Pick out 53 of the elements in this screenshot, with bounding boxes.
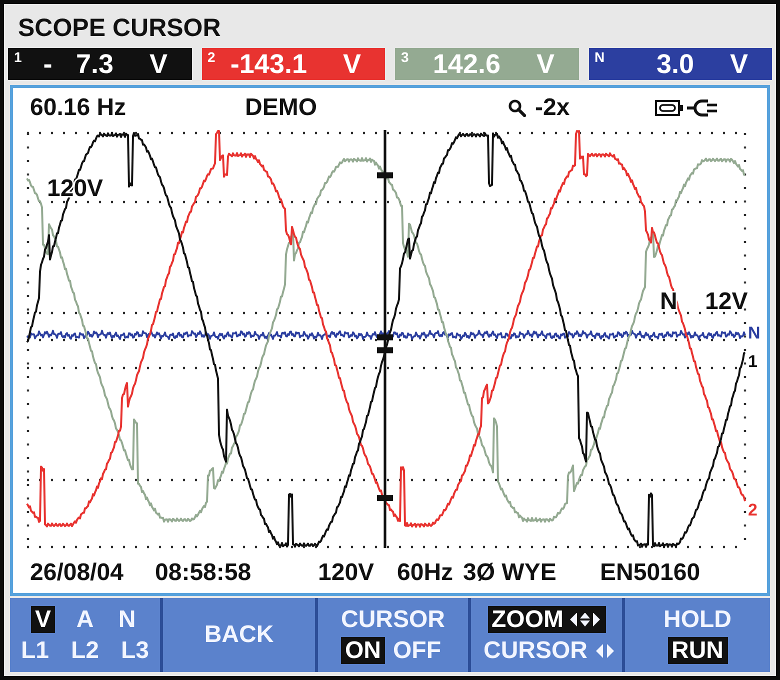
softkey-option: HOLD [660, 606, 736, 633]
cursor-line[interactable] [384, 130, 386, 548]
channel-value: - 7.3 [42, 49, 114, 79]
channel-unit: V [342, 49, 361, 79]
neutral-label: N [660, 288, 678, 315]
zoom-factor: -2x [535, 94, 570, 122]
softkey-option: L1 [16, 637, 53, 664]
softkey-option: OFF [389, 637, 445, 664]
softkey[interactable]: BACK [163, 598, 315, 672]
softkey-title: CURSOR [340, 606, 446, 633]
softkey-option: L3 [116, 637, 153, 664]
nominal-frequency: 60Hz [397, 558, 454, 586]
channel-unit: V [536, 49, 554, 79]
screen-title: SCOPE CURSOR [17, 13, 221, 44]
standard-label: EN50160 [600, 558, 700, 586]
plug-icon [687, 99, 717, 117]
neutral-scale-label: 12V [705, 288, 748, 315]
magnifier-icon [508, 99, 526, 117]
channel-value: -143.1 [229, 49, 307, 79]
channel-value: 3.0 [655, 49, 694, 79]
trace-label: N [748, 324, 760, 343]
channel-unit: V [149, 49, 168, 79]
trace-label: 2 [748, 500, 758, 520]
softkey-option: V [30, 606, 55, 633]
channel-value: 142.6 [432, 49, 500, 79]
channel-unit: V [730, 49, 748, 79]
wiring-configuration: 3Ø WYE [463, 558, 556, 586]
cursor-marker [377, 172, 393, 178]
nominal-voltage: 120V [318, 558, 374, 586]
softkey-option: ON [341, 637, 385, 664]
date-text: 26/08/04 [30, 558, 124, 586]
softkey-option: RUN [668, 637, 728, 664]
battery-icon [655, 100, 683, 116]
cursor-marker [377, 347, 393, 354]
softkey-option: CURSOR [479, 637, 592, 664]
cursor-marker [377, 495, 393, 502]
trace-label: 1 [748, 352, 758, 371]
softkey-option: A [72, 606, 98, 633]
softkey[interactable]: HOLD RUN [625, 598, 770, 672]
frequency-reading: 60.16 Hz [30, 94, 126, 122]
softkey[interactable]: CURSOR ON OFF [318, 598, 468, 672]
mode-label: DEMO [245, 94, 317, 122]
softkey-option: L2 [66, 637, 103, 664]
softkey[interactable]: V A N L1 L2 L3 [10, 598, 160, 672]
channel-number: 3 [401, 49, 409, 65]
channel-number: N [594, 49, 605, 65]
time-text: 08:58:58 [155, 558, 252, 586]
softkey-option: N [114, 606, 140, 633]
left-right-arrow-icon [596, 644, 614, 658]
softkey-option: ZOOM [488, 606, 568, 633]
softkey[interactable]: ZOOM CURSOR [471, 598, 622, 672]
channel-number: 1 [14, 49, 22, 65]
channel-number: 2 [208, 49, 216, 65]
